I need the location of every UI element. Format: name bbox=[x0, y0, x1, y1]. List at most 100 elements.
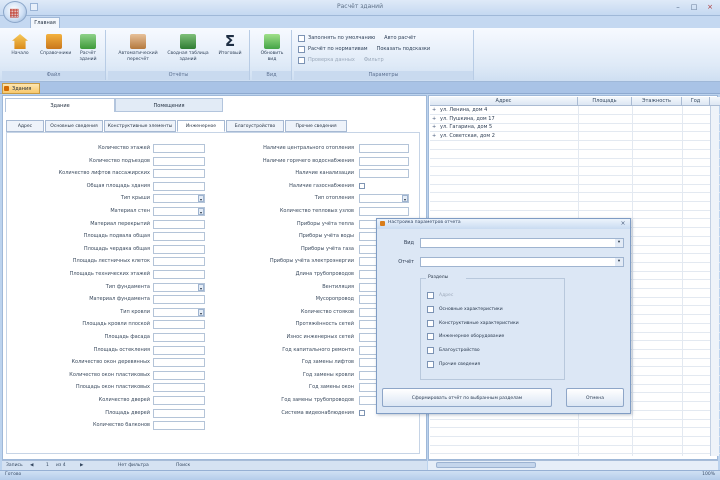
dialog-report-combo[interactable]: ▾ bbox=[420, 257, 624, 267]
total-button[interactable]: Σ Итоговый bbox=[216, 32, 244, 70]
field-input[interactable] bbox=[153, 396, 205, 405]
chevron-down-icon[interactable]: ▾ bbox=[198, 208, 204, 215]
field-label: Количество тепловых узлов bbox=[279, 208, 354, 214]
field-input[interactable] bbox=[359, 144, 409, 153]
next-record-icon[interactable]: ▶ bbox=[80, 462, 83, 469]
section-checkbox[interactable] bbox=[427, 361, 434, 368]
field-checkbox[interactable] bbox=[359, 183, 365, 190]
first-record-icon[interactable]: ◀ bbox=[30, 462, 33, 469]
chevron-down-icon[interactable]: ▾ bbox=[615, 239, 623, 247]
section-checkbox[interactable] bbox=[427, 333, 434, 341]
expand-icon[interactable]: + bbox=[432, 107, 438, 113]
tab-building[interactable]: Здание bbox=[5, 98, 115, 112]
grid-vertical-scrollbar[interactable] bbox=[710, 106, 719, 456]
field-input[interactable] bbox=[153, 181, 205, 191]
office-button[interactable]: ▦ bbox=[3, 1, 27, 23]
section-checkbox-row[interactable]: Адрес bbox=[427, 291, 453, 300]
quick-access-save-button[interactable] bbox=[30, 3, 38, 11]
maximize-button[interactable]: □ bbox=[688, 2, 700, 12]
chevron-down-icon[interactable]: ▾ bbox=[198, 308, 204, 316]
field-input[interactable] bbox=[153, 219, 205, 229]
dialog-view-combo[interactable]: ▾ bbox=[420, 238, 624, 248]
field-input[interactable] bbox=[153, 333, 205, 342]
search-box[interactable]: Поиск bbox=[176, 462, 190, 469]
filter-indicator[interactable]: Нет фильтра bbox=[118, 462, 149, 469]
dialog-close-icon[interactable]: × bbox=[619, 220, 627, 228]
section-checkbox-row[interactable]: Конструктивные характеристики bbox=[427, 319, 519, 328]
subtab[interactable]: Конструктивные элементы bbox=[104, 120, 176, 132]
tab-rooms[interactable]: Помещения bbox=[115, 98, 223, 112]
field-input[interactable] bbox=[153, 270, 205, 279]
field-input[interactable] bbox=[153, 408, 205, 418]
option-row[interactable]: Заполнять по умолчанию Авто расчёт bbox=[298, 34, 416, 42]
field-checkbox[interactable] bbox=[359, 410, 365, 417]
subtab[interactable]: Прочие сведения bbox=[285, 120, 347, 132]
summary-table-button[interactable]: Сводная таблица зданий bbox=[166, 32, 210, 70]
record-label: Запись bbox=[6, 463, 23, 468]
field-input[interactable] bbox=[359, 169, 409, 179]
table-row[interactable]: ул. Гагарина, дом 5 bbox=[440, 123, 576, 131]
auto-recalc-button[interactable]: Автоматический пересчёт bbox=[118, 32, 158, 70]
expand-icon[interactable]: + bbox=[432, 116, 438, 122]
calc-buildings-button[interactable]: Расчёт зданий bbox=[74, 32, 102, 70]
chevron-down-icon[interactable]: ▾ bbox=[615, 258, 623, 266]
field-input[interactable] bbox=[153, 244, 205, 254]
section-checkbox[interactable] bbox=[427, 292, 434, 299]
scrollbar-thumb[interactable] bbox=[436, 462, 536, 468]
section-checkbox-row[interactable]: Прочие сведения bbox=[427, 360, 480, 369]
table-row[interactable]: ул. Пушкина, дом 17 bbox=[440, 115, 576, 123]
subtab[interactable]: Основные сведения bbox=[45, 120, 103, 132]
chevron-down-icon[interactable]: ▾ bbox=[198, 195, 204, 203]
section-checkbox-row[interactable]: Инженерное оборудование bbox=[427, 332, 504, 341]
field-input[interactable] bbox=[153, 232, 205, 242]
grid-column-header[interactable]: Этажность bbox=[632, 97, 682, 106]
refresh-view-button[interactable]: Обновить вид bbox=[258, 32, 286, 70]
option-row[interactable]: Расчёт по нормативам Показать подсказки bbox=[298, 45, 430, 53]
section-label: Благоустройство bbox=[439, 348, 480, 354]
field-input[interactable] bbox=[153, 295, 205, 305]
subtab[interactable]: Инженерное bbox=[177, 120, 225, 132]
field-input[interactable] bbox=[153, 358, 205, 368]
subtab[interactable]: Адрес bbox=[6, 120, 44, 132]
section-checkbox[interactable] bbox=[427, 305, 434, 313]
chevron-down-icon[interactable]: ▾ bbox=[402, 195, 408, 203]
section-checkbox-row[interactable]: Благоустройство bbox=[427, 346, 480, 355]
table-row[interactable]: ул. Ленина, дом 4 bbox=[440, 106, 576, 114]
subtab[interactable]: Благоустройство bbox=[226, 120, 284, 132]
field-input[interactable] bbox=[153, 144, 205, 153]
section-checkbox-row[interactable]: Основные характеристики bbox=[427, 305, 503, 314]
start-button[interactable]: Начало bbox=[6, 32, 34, 70]
create-report-button[interactable]: Сформировать отчёт по выбранным разделам bbox=[382, 388, 552, 407]
option-row[interactable]: Проверка данных Фильтр bbox=[298, 56, 384, 64]
reference-button[interactable]: Справочники bbox=[40, 32, 71, 70]
record-index[interactable]: 1 bbox=[46, 462, 49, 469]
option-checkbox[interactable] bbox=[298, 45, 305, 53]
field-input[interactable] bbox=[153, 169, 205, 179]
field-input[interactable] bbox=[153, 345, 205, 355]
table-row[interactable]: ул. Советская, дом 2 bbox=[440, 132, 576, 140]
close-button[interactable]: × bbox=[704, 2, 716, 12]
field-input[interactable] bbox=[153, 257, 205, 267]
ribbon-tab-home[interactable]: Главная bbox=[30, 17, 60, 28]
field-input[interactable] bbox=[153, 320, 205, 330]
section-checkbox[interactable] bbox=[427, 319, 434, 327]
grid-column-header[interactable]: Площадь bbox=[578, 97, 632, 106]
field-input[interactable] bbox=[359, 207, 409, 216]
expand-icon[interactable]: + bbox=[432, 124, 438, 130]
grid-column-header[interactable]: Адрес bbox=[430, 97, 578, 106]
grid-column-header[interactable]: Год bbox=[682, 97, 710, 106]
option-checkbox[interactable] bbox=[298, 34, 305, 42]
field-input[interactable] bbox=[359, 156, 409, 166]
expand-icon[interactable]: + bbox=[432, 133, 438, 139]
option-checkbox[interactable] bbox=[298, 56, 305, 64]
field-input[interactable] bbox=[153, 370, 205, 380]
cancel-button[interactable]: Отмена bbox=[566, 388, 624, 407]
section-checkbox[interactable] bbox=[427, 347, 434, 355]
field-label: Год замены лифтов bbox=[301, 359, 354, 366]
field-input[interactable] bbox=[153, 421, 205, 431]
field-label: Приборы учёта электроэнергии bbox=[269, 258, 354, 265]
field-input[interactable] bbox=[153, 383, 205, 393]
field-input[interactable] bbox=[153, 156, 205, 166]
minimize-button[interactable]: – bbox=[672, 2, 684, 12]
chevron-down-icon[interactable]: ▾ bbox=[198, 283, 204, 291]
